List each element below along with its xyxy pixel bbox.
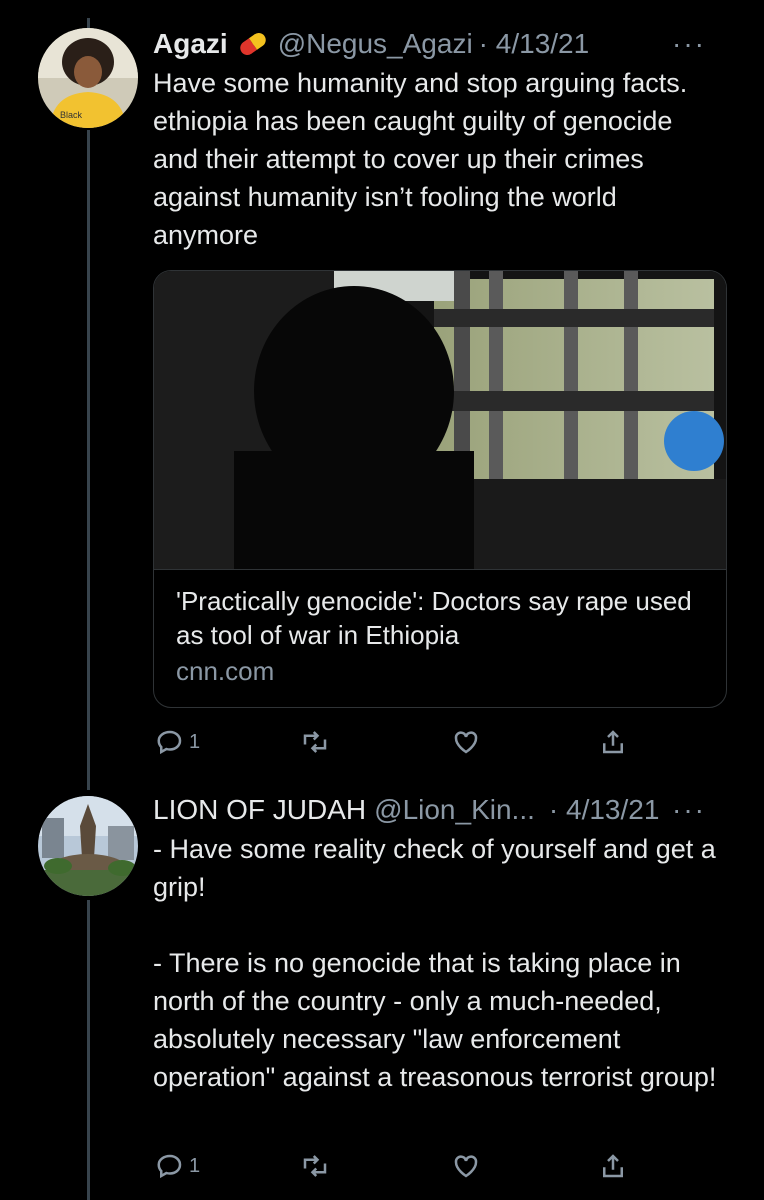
reply-icon <box>157 730 182 755</box>
tweet[interactable]: Black Agazi @Negus_Agazi · 4/13/21 ··· H… <box>0 0 764 790</box>
tweet-actions: 1 <box>153 722 653 762</box>
tweet-actions: 1 <box>153 1146 653 1186</box>
reply-icon <box>157 1154 182 1179</box>
reply-button[interactable]: 1 <box>155 722 200 762</box>
share-icon <box>603 730 623 754</box>
display-name[interactable]: Agazi <box>153 28 228 60</box>
share-button[interactable] <box>598 1146 628 1186</box>
tweet-header: Agazi @Negus_Agazi · 4/13/21 ··· <box>153 24 744 64</box>
card-domain: cnn.com <box>176 656 275 686</box>
more-options-icon[interactable]: ··· <box>672 24 706 64</box>
retweet-button[interactable] <box>300 1146 330 1186</box>
card-meta: 'Practically genocide': Doctors say rape… <box>154 569 726 707</box>
display-name[interactable]: LION OF JUDAH <box>153 794 366 826</box>
reply-count: 1 <box>189 1154 201 1177</box>
timestamp[interactable]: · 4/13/21 <box>479 28 590 60</box>
retweet-icon <box>303 1155 327 1177</box>
tweet-header: LION OF JUDAH @Lion_Kin... · 4/13/21 ··· <box>153 790 744 830</box>
tweet-text: - Have some reality check of yourself an… <box>153 834 717 1092</box>
avatar[interactable]: Black <box>38 28 138 128</box>
timestamp[interactable]: · 4/13/21 <box>549 794 660 826</box>
reply-button[interactable]: 1 <box>155 1146 200 1186</box>
retweet-icon <box>303 731 327 753</box>
share-button[interactable] <box>598 722 628 762</box>
link-card[interactable]: 'Practically genocide': Doctors say rape… <box>153 270 727 708</box>
reply-count: 1 <box>189 730 201 753</box>
tweet[interactable]: LION OF JUDAH @Lion_Kin... · 4/13/21 ···… <box>0 790 764 1200</box>
retweet-button[interactable] <box>300 722 330 762</box>
like-button[interactable] <box>451 722 481 762</box>
svg-text:Black: Black <box>60 110 83 120</box>
handle[interactable]: @Negus_Agazi <box>278 28 473 60</box>
more-options-icon[interactable]: ··· <box>672 790 706 830</box>
heart-icon <box>454 731 478 754</box>
card-image <box>154 271 726 569</box>
card-title: 'Practically genocide': Doctors say rape… <box>176 586 692 650</box>
heart-icon <box>454 1155 478 1178</box>
tweet-text: Have some humanity and stop arguing fact… <box>153 68 703 250</box>
avatar[interactable] <box>38 796 138 896</box>
like-button[interactable] <box>451 1146 481 1186</box>
share-icon <box>603 1154 623 1178</box>
pill-icon <box>236 29 270 59</box>
handle[interactable]: @Lion_Kin... <box>374 794 535 826</box>
